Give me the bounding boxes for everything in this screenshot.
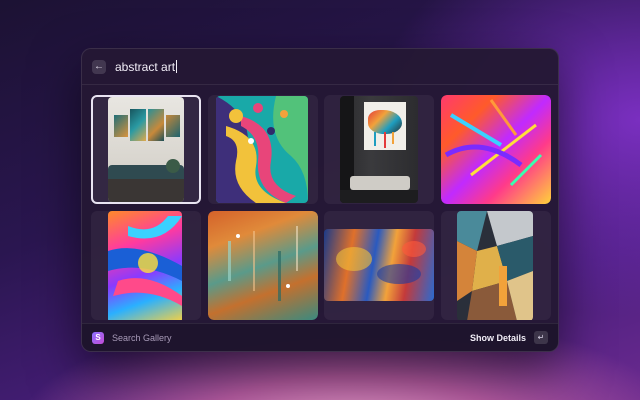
gallery-item-orange-teal-abstract[interactable] [208,211,318,320]
brushstrokes-svg [444,99,543,187]
enter-key-icon[interactable]: ↵ [534,331,548,344]
gallery-item-drip-painting-room[interactable] [324,95,434,204]
search-bar: ← abstract art [82,49,558,85]
landscape-svg [336,241,426,284]
gallery-item-cubist-geometric[interactable] [441,211,551,320]
swirls-svg [216,96,308,203]
drip-painting-room-image [340,96,418,203]
neon-brushstrokes-image [441,95,551,204]
texture-svg [228,226,298,301]
gallery-item-colorful-swirls[interactable] [208,95,318,204]
gallery-grid [91,95,551,323]
footer-label: Search Gallery [112,332,172,343]
gallery-item-blue-orange-landscape[interactable] [324,211,434,320]
search-input[interactable]: abstract art [115,59,178,74]
orange-teal-abstract-image [208,211,318,320]
gallery-item-neon-brushstrokes[interactable] [441,95,551,204]
gallery-item-paint-explosion[interactable] [91,211,201,320]
footer-bar: S Search Gallery Show Details ↵ [82,323,558,351]
gallery-window: ← abstract art S Search Gallery Show Det… [81,48,559,352]
blue-orange-landscape-image [324,229,434,301]
text-caret [176,60,178,73]
cubist-svg [457,211,533,320]
colorful-swirls-image [216,96,308,203]
gallery-item-living-room-triptych[interactable] [91,95,201,204]
arrow-left-icon[interactable]: ← [92,59,106,74]
cubist-geometric-image [457,211,533,320]
app-logo-icon: S [92,331,104,344]
explosion-svg [108,216,182,306]
paint-explosion-image [108,211,182,320]
living-room-image [108,97,184,202]
search-query: abstract art [115,59,176,74]
show-details-button[interactable]: Show Details [470,333,526,343]
